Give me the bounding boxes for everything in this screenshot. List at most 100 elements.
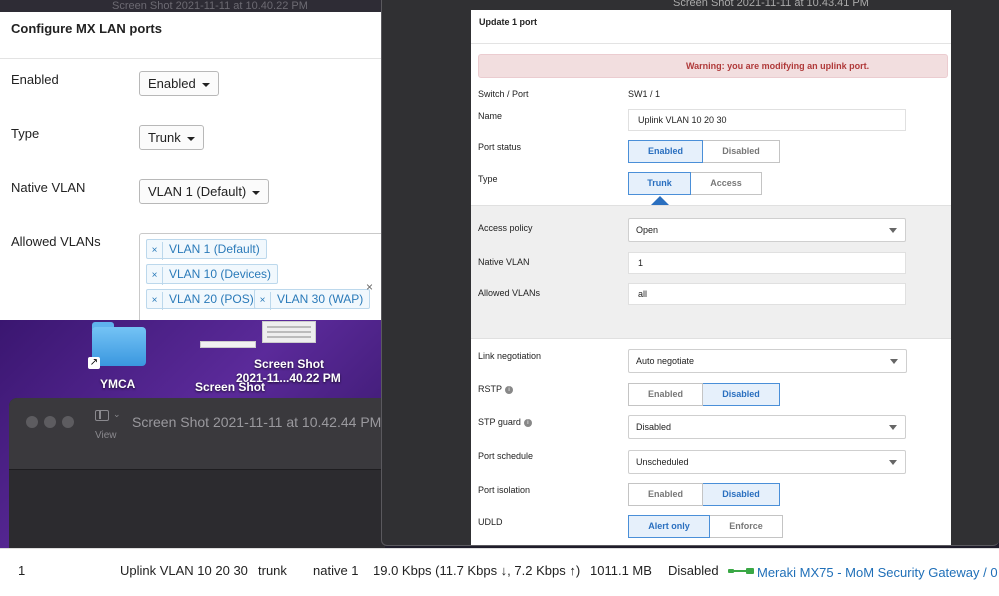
vlan-tag[interactable]: × VLAN 30 (WAP) [254,289,371,310]
access-policy-select[interactable]: Open [628,218,906,242]
ethernet-cable-icon [728,568,754,574]
folder-label[interactable]: YMCA [100,377,135,391]
preview-toolbar: ⌄ View Screen Shot 2021-11-11 at 10.42.4… [9,398,385,470]
stp-guard-label: STP guard i [478,417,532,427]
port-vlan-cell: native 1 [313,563,359,578]
switch-port-label: Switch / Port [478,89,529,99]
remove-tag-icon[interactable]: × [147,242,163,260]
caret-down-icon [890,359,898,364]
folder-icon[interactable] [92,322,146,366]
caret-down-icon [889,228,897,233]
stp-guard-select[interactable]: Disabled [628,415,906,439]
screenshot-thumbnail-icon-2[interactable] [200,341,256,348]
table-row[interactable]: 1 Uplink VLAN 10 20 30 trunk native 1 19… [0,548,999,596]
allowed-vlans-label: Allowed VLANs [11,234,101,249]
port-status-label: Port status [478,142,522,152]
type-dropdown-value: Trunk [148,130,181,145]
port-status-toggle: Enabled Disabled [628,140,780,163]
file1-label-line1[interactable]: Screen Shot [254,357,324,371]
rstp-label: RSTP i [478,384,514,394]
udld-enforce-option[interactable]: Enforce [710,515,783,538]
allowed-vlans-label: Allowed VLANs [478,288,541,298]
enabled-dropdown[interactable]: Enabled [139,71,219,96]
rstp-label-text: RSTP [478,384,503,394]
caret-down-icon [252,190,261,195]
configure-lan-ports-window: Screen Shot 2021-11-11 at 10.40.22 PM Co… [0,0,385,320]
caret-down-icon [186,136,195,141]
access-policy-label: Access policy [478,223,533,233]
vlan-tag-label: VLAN 20 (POS) [169,292,254,306]
port-type-cell: trunk [258,563,287,578]
link-negotiation-value: Auto negotiate [636,356,695,366]
link-negotiation-select[interactable]: Auto negotiate [628,349,907,373]
port-status-enabled-option[interactable]: Enabled [628,140,703,163]
allowed-vlans-input[interactable]: all [628,283,906,305]
port-isolation-disabled-option[interactable]: Disabled [703,483,780,506]
port-usage-cell: 19.0 Kbps (11.7 Kbps ↓, 7.2 Kbps ↑) [373,563,581,578]
clear-all-icon[interactable]: × [366,280,373,294]
close-window-button[interactable] [26,416,38,428]
update-port-panel: Update 1 port Warning: you are modifying… [471,10,951,545]
allowed-vlans-input[interactable]: × VLAN 1 (Default) × VLAN 10 (Devices) × VL… [139,233,385,320]
connected-device-link[interactable]: Meraki MX75 - MoM Security Gateway / 0 [757,565,998,580]
type-dropdown[interactable]: Trunk [139,125,204,150]
file2-label[interactable]: Screen Shot [195,380,265,394]
udld-label: UDLD [478,517,503,527]
port-isolation-toggle: Enabled Disabled [628,483,780,506]
vlan-tag[interactable]: × VLAN 20 (POS) [146,289,261,310]
zoom-window-button[interactable] [62,416,74,428]
stp-guard-label-text: STP guard [478,417,521,427]
udld-toggle: Alert only Enforce [628,515,783,538]
native-vlan-dropdown[interactable]: VLAN 1 (Default) [139,179,270,204]
name-label: Name [478,111,503,121]
divider [471,43,951,44]
window-title-strip: Screen Shot 2021-11-11 at 10.43.41 PM [673,0,869,9]
chevron-down-icon[interactable]: ⌄ [113,409,121,420]
type-access-option[interactable]: Access [691,172,762,195]
rstp-enabled-option[interactable]: Enabled [628,383,703,406]
port-status-cell: Disabled [668,563,719,578]
rstp-toggle: Enabled Disabled [628,383,780,406]
port-name-cell: Uplink VLAN 10 20 30 [120,563,248,578]
divider [0,58,385,59]
rstp-disabled-option[interactable]: Disabled [703,383,780,406]
vlan-tag[interactable]: × VLAN 10 (Devices) [146,264,279,285]
native-vlan-label: Native VLAN [11,180,86,195]
minimize-window-button[interactable] [44,416,56,428]
link-negotiation-label: Link negotiation [478,351,542,361]
port-schedule-select[interactable]: Unscheduled [628,450,906,474]
screenshot-thumbnail-icon[interactable] [262,321,316,343]
sidebar-toggle-icon[interactable] [95,410,109,421]
caret-down-icon [201,82,210,87]
native-vlan-label: Native VLAN [478,257,530,267]
name-input[interactable]: Uplink VLAN 10 20 30 [628,109,906,131]
preview-title: Screen Shot 2021-11-11 at 10.42.44 PM [132,414,382,430]
native-vlan-dropdown-value: VLAN 1 (Default) [148,184,247,199]
native-vlan-input[interactable]: 1 [628,252,906,274]
info-icon[interactable]: i [523,419,532,427]
vlan-tag[interactable]: × VLAN 1 (Default) [146,239,267,260]
port-schedule-label: Port schedule [478,451,534,461]
port-data-cell: 1011.1 MB [590,563,652,578]
type-toggle: Trunk Access [628,172,762,195]
type-trunk-option[interactable]: Trunk [628,172,691,195]
view-menu-label[interactable]: View [95,430,117,441]
vlan-tag-label: VLAN 30 (WAP) [277,292,364,306]
udld-alert-only-option[interactable]: Alert only [628,515,710,538]
type-label: Type [11,126,40,141]
enabled-label: Enabled [11,72,59,87]
info-icon[interactable]: i [505,386,514,394]
access-policy-value: Open [636,225,659,235]
vlan-tag-label: VLAN 10 (Devices) [169,267,272,281]
remove-tag-icon[interactable]: × [255,292,271,310]
port-status-disabled-option[interactable]: Disabled [703,140,780,163]
trunk-settings-group: Access policy Open Native VLAN 1 Allowed… [471,205,951,339]
type-label: Type [478,174,498,184]
port-isolation-enabled-option[interactable]: Enabled [628,483,703,506]
remove-tag-icon[interactable]: × [147,267,163,285]
remove-tag-icon[interactable]: × [147,292,163,310]
alias-arrow-icon: ↗ [88,357,100,369]
vlan-tag-label: VLAN 1 (Default) [169,242,260,256]
stp-guard-value: Disabled [636,422,672,432]
caret-down-icon [889,425,897,430]
